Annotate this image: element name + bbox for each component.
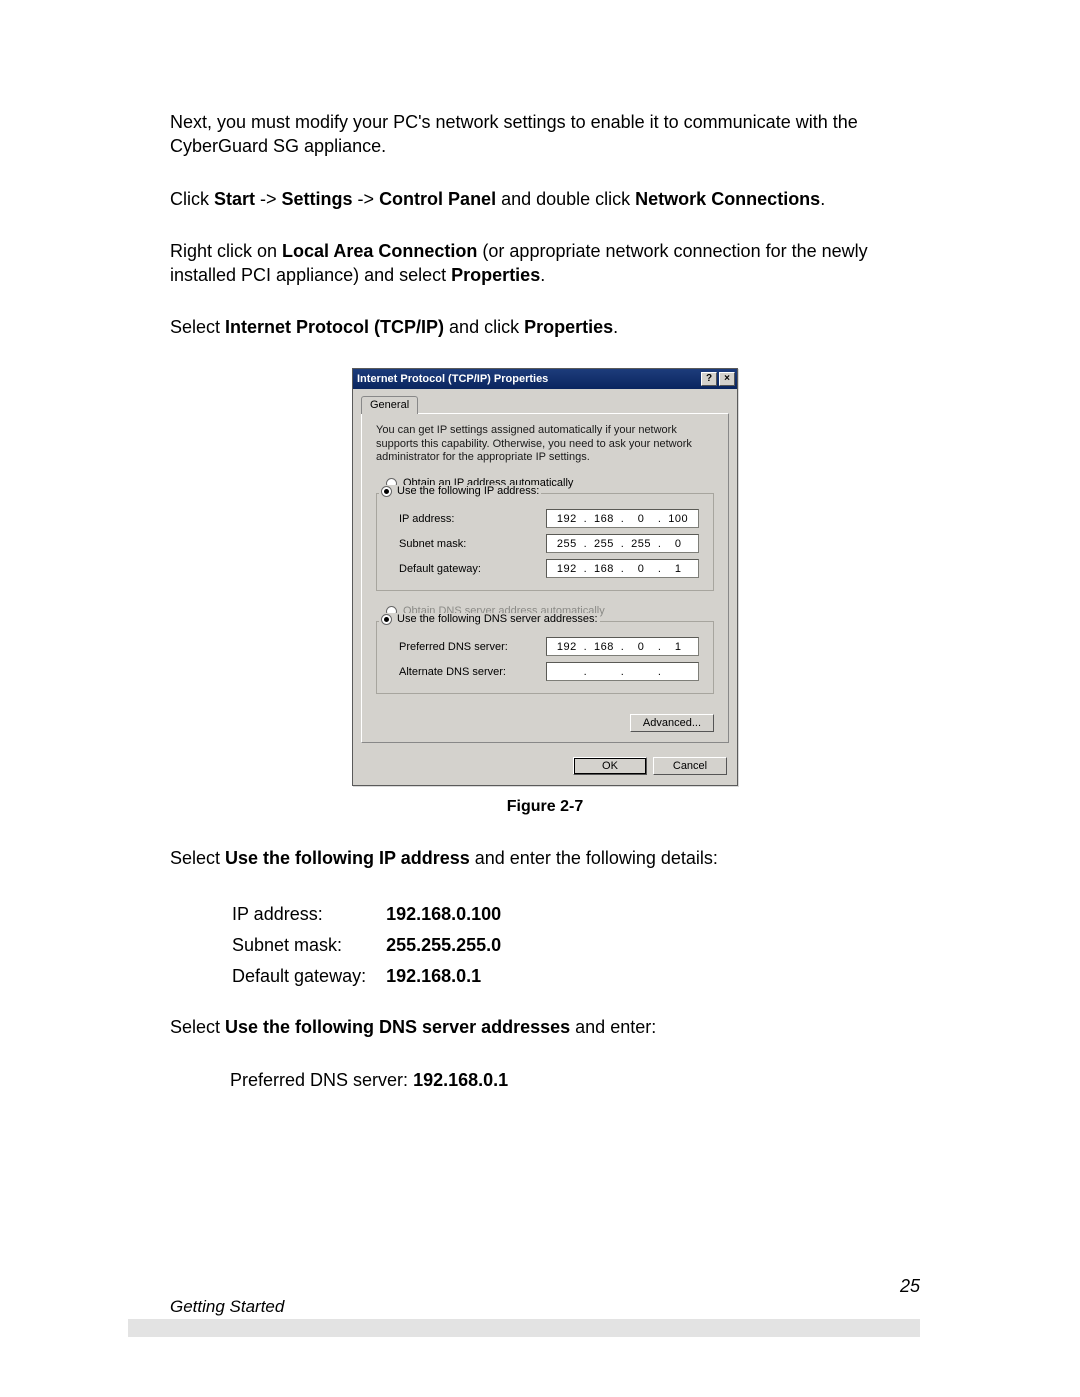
- ip-octet: 168: [588, 563, 620, 575]
- footer-section-title: Getting Started: [128, 1297, 920, 1317]
- label-alternate-dns: Alternate DNS server:: [399, 666, 546, 678]
- table-row: Default gateway:192.168.0.1: [232, 962, 519, 991]
- text-bold: 192.168.0.1: [413, 1070, 508, 1090]
- page-number: 25: [900, 1276, 920, 1297]
- radio-icon: [381, 486, 392, 497]
- paragraph-select-use-ip: Select Use the following IP address and …: [170, 846, 920, 870]
- radio-use-dns[interactable]: Use the following DNS server addresses:: [397, 613, 598, 625]
- text: and enter the following details:: [470, 848, 718, 868]
- table-row: IP address:192.168.0.100: [232, 900, 519, 929]
- text-bold: Properties: [524, 317, 613, 337]
- text: Select: [170, 317, 225, 337]
- input-subnet-mask[interactable]: 255.255.255.0: [546, 534, 699, 553]
- tab-general[interactable]: General: [361, 396, 418, 414]
- dialog-info-text: You can get IP settings assigned automat…: [376, 424, 714, 465]
- text-bold: Settings: [282, 189, 353, 209]
- page-footer: Getting Started: [128, 1297, 920, 1337]
- text: .: [540, 265, 545, 285]
- label: Subnet mask:: [232, 931, 384, 960]
- text-bold: Local Area Connection: [282, 241, 477, 261]
- text: .: [613, 317, 618, 337]
- table-row: Subnet mask:255.255.255.0: [232, 931, 519, 960]
- text-bold: Start: [214, 189, 255, 209]
- ip-details-table: IP address:192.168.0.100 Subnet mask:255…: [230, 898, 521, 993]
- text: and enter:: [570, 1017, 656, 1037]
- text: Right click on: [170, 241, 282, 261]
- ip-octet: 168: [588, 513, 620, 525]
- ip-octet: 255: [625, 538, 657, 550]
- ip-octet: 0: [625, 563, 657, 575]
- text: Preferred DNS server:: [230, 1070, 413, 1090]
- label: IP address:: [232, 900, 384, 929]
- ip-octet: 100: [662, 513, 694, 525]
- text: .: [820, 189, 825, 209]
- ip-octet: 168: [588, 641, 620, 653]
- ip-octet: 192: [551, 513, 583, 525]
- value: 192.168.0.100: [386, 900, 519, 929]
- advanced-button[interactable]: Advanced...: [630, 714, 714, 732]
- text: Select: [170, 848, 225, 868]
- text-bold: Internet Protocol (TCP/IP): [225, 317, 444, 337]
- help-button[interactable]: ?: [701, 372, 717, 386]
- group-use-dns: Use the following DNS server addresses: …: [376, 621, 714, 694]
- text: and click: [444, 317, 524, 337]
- text: ->: [255, 189, 282, 209]
- ip-octet: 255: [588, 538, 620, 550]
- text-bold: Use the following DNS server addresses: [225, 1017, 570, 1037]
- group-use-ip: Use the following IP address: IP address…: [376, 493, 714, 591]
- ip-octet: 1: [662, 641, 694, 653]
- text-bold: Use the following IP address: [225, 848, 470, 868]
- text-bold: Network Connections: [635, 189, 820, 209]
- paragraph-select-use-dns: Select Use the following DNS server addr…: [170, 1015, 920, 1039]
- value: 192.168.0.1: [386, 962, 519, 991]
- text: Click: [170, 189, 214, 209]
- value: 255.255.255.0: [386, 931, 519, 960]
- text-bold: Properties: [451, 265, 540, 285]
- paragraph-local-area: Right click on Local Area Connection (or…: [170, 239, 920, 288]
- paragraph-intro: Next, you must modify your PC's network …: [170, 110, 920, 159]
- text: ->: [353, 189, 380, 209]
- paragraph-click-start: Click Start -> Settings -> Control Panel…: [170, 187, 920, 211]
- input-ip-address[interactable]: 192.168.0.100: [546, 509, 699, 528]
- ip-octet: 192: [551, 563, 583, 575]
- label-ip-address: IP address:: [399, 513, 546, 525]
- radio-use-ip[interactable]: Use the following IP address:: [397, 485, 539, 497]
- figure-caption: Figure 2-7: [170, 798, 920, 816]
- text-bold: Control Panel: [379, 189, 496, 209]
- label-preferred-dns: Preferred DNS server:: [399, 641, 546, 653]
- text: Select: [170, 1017, 225, 1037]
- paragraph-select-tcpip: Select Internet Protocol (TCP/IP) and cl…: [170, 315, 920, 339]
- input-default-gateway[interactable]: 192.168.0.1: [546, 559, 699, 578]
- close-button[interactable]: ×: [719, 372, 735, 386]
- label-subnet-mask: Subnet mask:: [399, 538, 546, 550]
- ip-octet: 1: [662, 563, 694, 575]
- input-preferred-dns[interactable]: 192.168.0.1: [546, 637, 699, 656]
- label-default-gateway: Default gateway:: [399, 563, 546, 575]
- text: and double click: [496, 189, 635, 209]
- paragraph-preferred-dns: Preferred DNS server: 192.168.0.1: [230, 1068, 920, 1092]
- dialog-titlebar: Internet Protocol (TCP/IP) Properties ? …: [353, 369, 737, 389]
- ip-octet: 192: [551, 641, 583, 653]
- label: Default gateway:: [232, 962, 384, 991]
- ip-octet: 0: [625, 641, 657, 653]
- cancel-button[interactable]: Cancel: [653, 757, 727, 775]
- ip-octet: 255: [551, 538, 583, 550]
- ip-octet: 0: [662, 538, 694, 550]
- ip-octet: 0: [625, 513, 657, 525]
- footer-bar: [128, 1319, 920, 1337]
- radio-icon: [381, 614, 392, 625]
- dialog-title: Internet Protocol (TCP/IP) Properties: [357, 373, 548, 385]
- tcpip-properties-dialog: Internet Protocol (TCP/IP) Properties ? …: [352, 368, 738, 786]
- tab-panel-general: You can get IP settings assigned automat…: [361, 413, 729, 743]
- input-alternate-dns[interactable]: ...: [546, 662, 699, 681]
- ok-button[interactable]: OK: [573, 757, 647, 775]
